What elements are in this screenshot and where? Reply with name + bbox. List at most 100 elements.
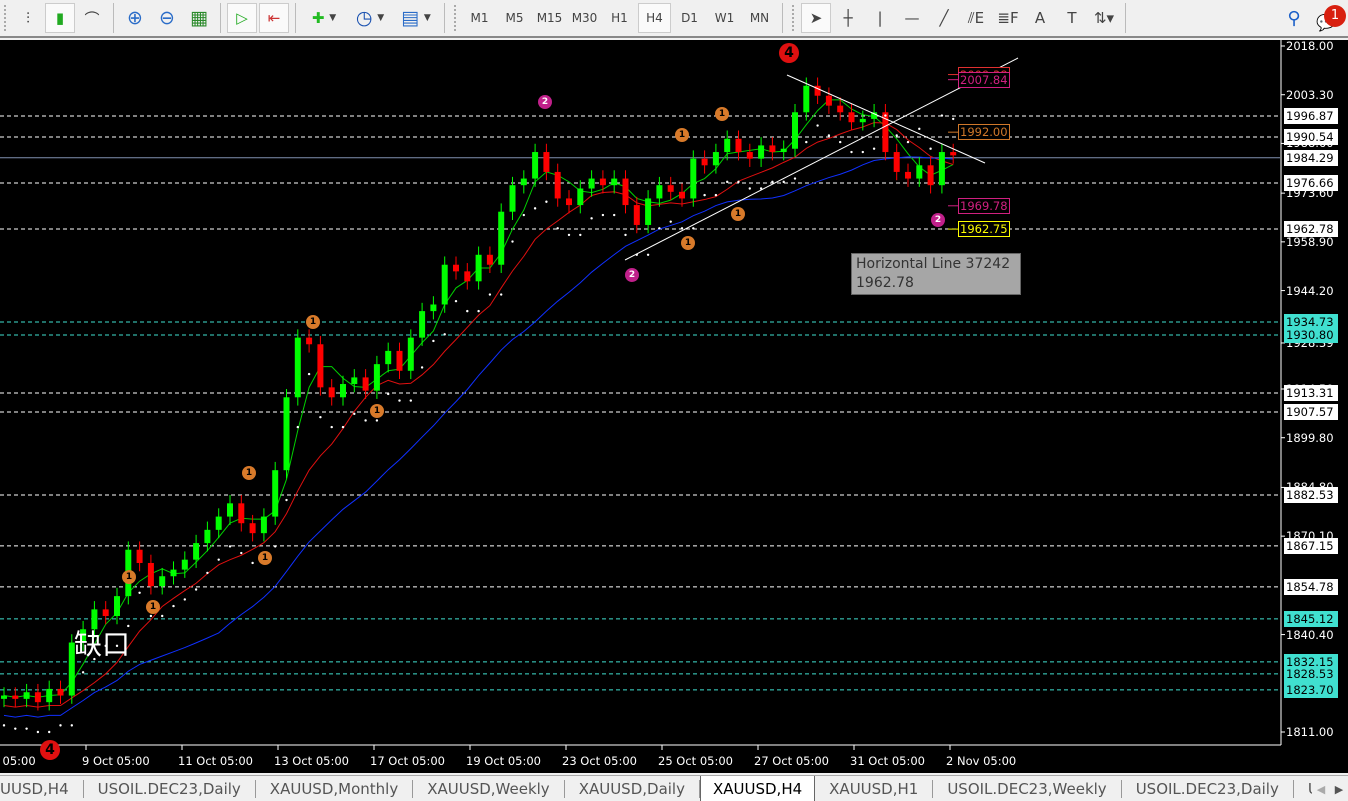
search-icon: ⚲ [1287, 7, 1301, 29]
tab-scroll-left-icon[interactable]: ◀ [1317, 783, 1325, 796]
bear-candle [486, 254, 493, 265]
history-button[interactable]: ◷ ▼ [348, 3, 392, 33]
crosshair-icon: ┼ [843, 9, 853, 27]
candlestick-button[interactable]: ▮ [45, 3, 75, 33]
bear-candle [950, 152, 957, 156]
timeframe-m5[interactable]: M5 [498, 3, 531, 33]
arrows-tool[interactable]: ⇅▾ [1089, 3, 1119, 33]
object-price-label: 2007.84 [958, 71, 1010, 88]
bull-candle [159, 576, 166, 587]
time-tick-label: 27 Oct 05:00 [754, 754, 829, 768]
parabolic-sar-dot [14, 727, 17, 730]
autoscroll-button[interactable]: ▷ [227, 3, 257, 33]
timeframe-w1[interactable]: W1 [708, 3, 741, 33]
bull-candle [23, 692, 30, 699]
level-price-label: 1913.31 [1284, 384, 1338, 401]
parabolic-sar-dot [296, 425, 299, 429]
time-tick-label: 13 Oct 05:00 [274, 754, 349, 768]
level-price-label: 1984.29 [1284, 149, 1338, 166]
bull-candle [724, 138, 731, 153]
timeframe-mn[interactable]: MN [743, 3, 776, 33]
bull-candle [712, 152, 719, 166]
zoom-out-button[interactable]: ⊖ [152, 3, 182, 33]
bull-candle [351, 377, 358, 385]
time-tick-label: 23 Oct 05:00 [562, 754, 637, 768]
chart-tab[interactable]: XAUUSD,H1 [815, 779, 934, 798]
level-price-label: 1867.15 [1284, 537, 1338, 554]
chart-tabs: UUSD,H4 USOIL.DEC23,Daily XAUUSD,Monthly XA… [0, 775, 1348, 801]
bull-candle [294, 337, 301, 398]
parabolic-sar-dot [59, 724, 62, 727]
chart-tab[interactable]: UUSD,H4 [0, 779, 84, 798]
crosshair-tool[interactable]: ┼ [833, 3, 863, 33]
bear-candle [453, 264, 459, 272]
chart-tab[interactable]: XAUUSD,Monthly [256, 779, 414, 798]
equidistant-channel-tool[interactable]: ⫽E [961, 3, 991, 33]
parabolic-sar-dot [646, 253, 650, 256]
toolbar-grip[interactable] [454, 5, 458, 31]
chart-shift-icon: ⇤ [267, 9, 281, 27]
price-tick-label: 1899.80 [1286, 430, 1334, 445]
bull-candle [114, 596, 120, 617]
notifications-button[interactable]: 💬 1 [1311, 3, 1347, 33]
bear-candle [825, 95, 832, 106]
chart-tab[interactable]: USOIL.DEC23,Weekly [933, 779, 1122, 798]
tile-windows-button[interactable]: ▦ [184, 3, 214, 33]
bear-candle [464, 271, 471, 282]
vertical-line-tool[interactable]: | [865, 3, 895, 33]
time-tick-label: 17 Oct 05:00 [370, 754, 445, 768]
toolbar-grip[interactable] [4, 5, 8, 31]
text-tool[interactable]: A [1025, 3, 1055, 33]
parabolic-sar-dot [420, 366, 424, 369]
ma-slow-line [3, 156, 954, 718]
templates-button[interactable]: ▤ ▼ [394, 3, 438, 33]
chart-tab[interactable]: XAUUSD,Daily [565, 779, 700, 798]
parabolic-sar-dot [161, 614, 164, 618]
fibonacci-icon: ≣F [997, 9, 1019, 27]
chart-shift-button[interactable]: ⇤ [259, 3, 289, 33]
parabolic-sar-dot [240, 551, 243, 555]
bull-candle [588, 178, 595, 189]
chart-tab[interactable]: USOIL.DEC23,Daily [1122, 779, 1294, 798]
search-button[interactable]: ⚲ [1279, 3, 1309, 33]
line-chart-button[interactable]: ⌒ [77, 3, 107, 33]
parabolic-sar-dot [274, 545, 277, 548]
chart-tab[interactable]: XAUUSD,Weekly [413, 779, 565, 798]
level-price-label: 1976.66 [1284, 175, 1338, 191]
chart-tab[interactable]: XAUUSD,H4 [699, 776, 816, 801]
timeframe-m1[interactable]: M1 [463, 3, 496, 33]
bear-candle [328, 387, 335, 398]
chart-window[interactable]: 1996.87 1990.54 1984.29 1976.66 1962.78 1934.… [0, 39, 1348, 773]
parabolic-sar-dot [307, 372, 311, 376]
chart-canvas[interactable] [0, 40, 1348, 773]
cursor-tool[interactable]: ➤ [801, 3, 831, 33]
new-order-button[interactable]: ✚ ▼ [302, 3, 346, 33]
tab-scroll-right-icon[interactable]: ▶ [1335, 783, 1343, 796]
horizontal-line-tool[interactable]: — [897, 3, 927, 33]
tooltip-title: Horizontal Line 37242 [856, 256, 1011, 272]
zoom-in-button[interactable]: ⊕ [120, 3, 150, 33]
parabolic-sar-dot [601, 213, 605, 217]
parabolic-sar-dot [918, 127, 921, 131]
parabolic-sar-dot [680, 227, 684, 230]
bear-candle [396, 350, 403, 371]
timeframe-h1[interactable]: H1 [603, 3, 636, 33]
fibonacci-tool[interactable]: ≣F [993, 3, 1023, 33]
level-price-label: 1907.57 [1284, 403, 1338, 420]
trendline-tool[interactable]: ╱ [929, 3, 959, 33]
toolbar-grip[interactable] [792, 5, 796, 31]
bar-chart-button[interactable]: ⫶ [13, 3, 43, 33]
parabolic-sar-dot [364, 419, 367, 422]
chart-tab[interactable]: USOIL.DEC23,Daily [84, 779, 256, 798]
timeframe-m30[interactable]: M30 [568, 3, 601, 33]
parabolic-sar-dot [251, 561, 254, 565]
text-label-tool[interactable]: T [1057, 3, 1087, 33]
timeframe-d1[interactable]: D1 [673, 3, 706, 33]
template-icon: ▤ [401, 7, 420, 29]
timeframe-m15[interactable]: M15 [533, 3, 566, 33]
timeframe-h4[interactable]: H4 [638, 3, 671, 33]
parabolic-sar-dot [409, 399, 412, 402]
parabolic-sar-dot [805, 140, 808, 144]
time-tick-label: 6 Oct 05:00 [0, 754, 36, 768]
bull-candle [46, 688, 53, 703]
